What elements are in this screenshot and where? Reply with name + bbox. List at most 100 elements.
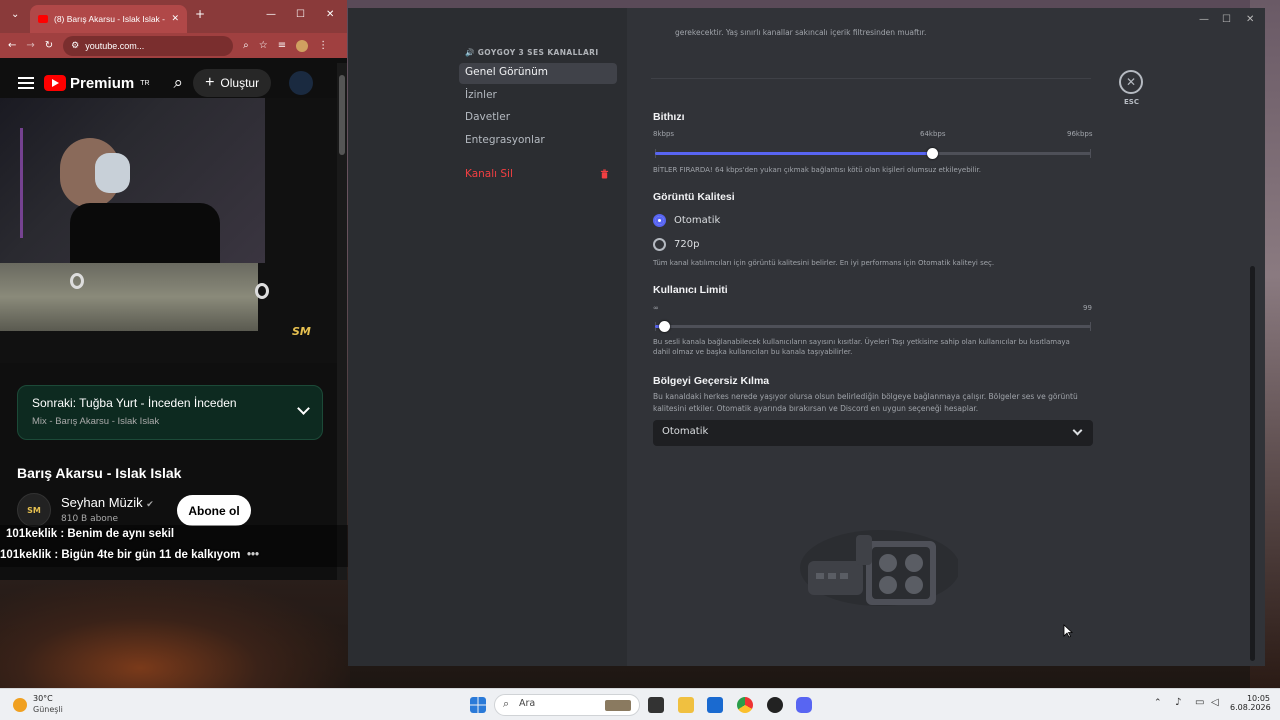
up-next-title: Tuğba Yurt - İnceden İnceden (79, 396, 237, 410)
account-avatar[interactable] (289, 71, 314, 95)
new-tab-button[interactable]: + (195, 7, 205, 21)
music-video-frame (0, 263, 269, 331)
radio-automatic-label[interactable]: Otomatik (674, 215, 720, 226)
section-divider (651, 78, 1091, 79)
sidebar-item-invites[interactable]: Davetler (459, 108, 617, 129)
file-explorer-icon[interactable] (678, 697, 694, 713)
tray-expand-icon[interactable]: ⌃ (1154, 698, 1162, 708)
search-highlight-image (605, 700, 631, 711)
trash-icon[interactable] (600, 169, 609, 179)
youtube-favicon-icon (38, 15, 48, 23)
microphone-icon[interactable]: ♪ (1175, 697, 1181, 708)
back-icon[interactable]: ← (8, 40, 16, 51)
user-limit-slider[interactable] (655, 321, 1091, 332)
extensions-icon[interactable]: ≡ (278, 40, 286, 51)
windows-start-icon[interactable] (470, 697, 486, 713)
bitrate-title: Bithızı (653, 111, 685, 123)
up-next-card[interactable]: Sonraki: Tuğba Yurt - İnceden İnceden Mi… (17, 385, 323, 440)
more-actions-icon[interactable]: ••• (247, 549, 259, 561)
radio-720p[interactable] (653, 238, 666, 251)
video-player[interactable]: SM (0, 98, 337, 363)
search-placeholder: Ara (519, 698, 536, 709)
desktop-wallpaper (0, 580, 350, 690)
chat-message: 101keklik : Benim de aynı sekil (6, 528, 175, 540)
obs-icon[interactable] (767, 697, 783, 713)
hamburger-menu-icon[interactable] (18, 77, 34, 89)
system-clock[interactable]: 10:05 6.08.2026 (1230, 694, 1271, 712)
site-info-icon[interactable]: ⚙ (71, 40, 79, 51)
chrome-menu-icon[interactable]: ⋮ (318, 40, 328, 51)
clock-date: 6.08.2026 (1230, 703, 1271, 712)
search-icon[interactable]: ⌕ (174, 73, 184, 93)
reload-icon[interactable]: ↻ (45, 40, 53, 51)
region-note: Bu kanaldaki herkes nerede yaşıyor olurs… (653, 392, 1078, 413)
tab-search-icon[interactable]: ⌄ (11, 9, 19, 20)
region-select-value: Otomatik (662, 426, 709, 437)
discord-icon[interactable] (796, 697, 812, 713)
task-view-icon[interactable] (648, 697, 664, 713)
url-field[interactable]: ⚙ youtube.com... (63, 35, 234, 56)
channel-name[interactable]: Seyhan Müzik ✔ (61, 495, 154, 510)
discord-maximize-button[interactable]: ☐ (1222, 14, 1231, 25)
volume-icon[interactable]: ◁ (1211, 697, 1219, 708)
browser-tab[interactable]: (8) Barış Akarsu - Islak Islak - Yo ✕ (30, 5, 187, 33)
sidebar-item-integrations[interactable]: Entegrasyonlar (459, 131, 617, 152)
streamer-body (70, 203, 220, 263)
radio-720p-label[interactable]: 720p (674, 239, 699, 250)
discord-close-button[interactable]: ✕ (1246, 14, 1254, 25)
weather-temp[interactable]: 30°C (33, 694, 53, 703)
minimize-button[interactable]: — (266, 9, 276, 20)
outlook-icon[interactable] (707, 697, 723, 713)
bitrate-slider[interactable] (655, 148, 1091, 159)
earring (70, 273, 84, 289)
search-icon: ⌕ (503, 697, 510, 710)
tab-close-icon[interactable]: ✕ (171, 14, 179, 24)
radio-automatic[interactable] (653, 214, 666, 227)
delete-channel-button[interactable]: Kanalı Sil (459, 165, 617, 186)
settings-sidebar: 🔊 GOYGOY 3 SES KANALLARI Genel Görünüm İ… (348, 8, 627, 666)
voice-channel-illustration-icon (800, 530, 958, 606)
video-quality-title: Görüntü Kalitesi (653, 191, 735, 203)
up-next-mix: Mix - Barış Akarsu - Islak Islak (32, 416, 160, 427)
sidebar-item-permissions[interactable]: İzinler (459, 86, 617, 107)
verified-icon: ✔ (146, 499, 154, 509)
close-icon: ✕ (1125, 75, 1137, 89)
led-light (20, 128, 50, 238)
esc-label: ESC (1124, 98, 1139, 106)
create-button[interactable]: + Oluştur (193, 69, 272, 97)
profile-avatar[interactable] (296, 39, 309, 52)
network-icon[interactable]: ▭ (1195, 697, 1204, 708)
webcam-overlay (0, 98, 265, 263)
forward-icon[interactable]: → (26, 40, 34, 51)
bitrate-min-label: 8kbps (653, 130, 675, 138)
taskbar-search[interactable]: ⌕ Ara (494, 694, 640, 716)
headphones (95, 153, 130, 193)
region-title: Bölgeyi Geçersiz Kılma (653, 375, 770, 387)
youtube-logo[interactable]: Premium TR (44, 75, 150, 92)
bookmark-star-icon[interactable]: ☆ (259, 40, 268, 51)
subscribe-button[interactable]: Abone ol (177, 495, 251, 526)
slider-tick (1090, 149, 1091, 158)
video-title: Barış Akarsu - Islak Islak (17, 465, 182, 481)
channel-avatar[interactable]: SM (17, 493, 51, 527)
page-scrollbar[interactable] (337, 63, 347, 580)
plus-icon: + (205, 74, 215, 91)
url-text: youtube.com... (85, 40, 145, 51)
weather-status[interactable]: Güneşli (33, 705, 63, 714)
clock-time: 10:05 (1246, 694, 1270, 703)
maximize-button[interactable]: ☐ (296, 9, 305, 20)
discord-minimize-button[interactable]: — (1199, 14, 1209, 25)
bitrate-slider-handle[interactable] (927, 148, 938, 159)
close-window-button[interactable]: ✕ (326, 9, 334, 20)
address-bar-row: ← → ↻ ⚙ youtube.com... ⌕ ☆ ≡ ⋮ (0, 33, 347, 58)
chrome-icon[interactable] (737, 697, 753, 713)
discord-window: 🔊 GOYGOY 3 SES KANALLARI Genel Görünüm İ… (348, 8, 1265, 666)
region-select[interactable]: Otomatik (653, 420, 1093, 446)
zoom-icon[interactable]: ⌕ (243, 40, 249, 51)
settings-scrollbar[interactable] (1250, 266, 1255, 661)
weather-sun-icon[interactable] (13, 698, 27, 712)
close-settings-button[interactable]: ✕ (1119, 70, 1143, 94)
sidebar-item-overview[interactable]: Genel Görünüm (459, 63, 617, 84)
up-next-line: Sonraki: Tuğba Yurt - İnceden İnceden (32, 396, 308, 410)
user-limit-slider-handle[interactable] (659, 321, 670, 332)
